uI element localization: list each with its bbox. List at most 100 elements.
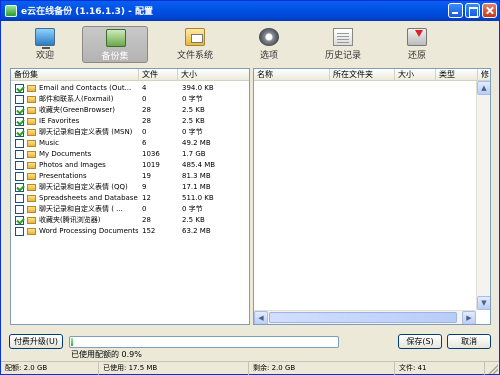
folder-icon bbox=[27, 107, 36, 114]
list-item[interactable]: My Documents 1036 1.7 GB bbox=[11, 149, 247, 160]
column-header-type[interactable]: 类型 bbox=[436, 69, 478, 81]
list-item[interactable]: Music 6 49.2 MB bbox=[11, 138, 247, 149]
list-item[interactable]: 聊天记录和自定义表情 (QQ) 9 17.1 MB bbox=[11, 182, 247, 193]
cell-name: Presentations bbox=[39, 172, 87, 180]
cell-files: 6 bbox=[142, 139, 147, 147]
scroll-thumb[interactable] bbox=[269, 312, 457, 323]
tab-file-system[interactable]: 文件系统 bbox=[162, 26, 228, 63]
cell-size: 49.2 MB bbox=[182, 139, 211, 147]
checkbox[interactable] bbox=[15, 95, 24, 104]
checkbox[interactable] bbox=[15, 128, 24, 137]
tab-restore[interactable]: 还原 bbox=[384, 26, 450, 63]
list-item[interactable]: 聊天记录和自定义表情 ( ... 0 0 字节 bbox=[11, 204, 247, 215]
cell-files: 0 bbox=[142, 128, 147, 136]
checkbox[interactable] bbox=[15, 172, 24, 181]
checkbox[interactable] bbox=[15, 106, 24, 115]
cell-size: 2.5 KB bbox=[182, 106, 205, 114]
list-item[interactable]: 聊天记录和自定义表情 (MSN) 0 0 字节 bbox=[11, 127, 247, 138]
maximize-button[interactable] bbox=[465, 3, 480, 18]
tab-label: 文件系统 bbox=[176, 51, 213, 61]
cell-name: 邮件和联系人(Foxmail) bbox=[39, 95, 114, 103]
checkbox[interactable] bbox=[15, 84, 24, 93]
status-quota: 配额: 2.0 GB bbox=[1, 362, 99, 375]
scroll-up-button[interactable]: ▲ bbox=[477, 81, 490, 95]
folder-icon bbox=[27, 217, 36, 224]
save-button[interactable]: 保存(S) bbox=[398, 334, 442, 349]
title-bar[interactable]: e云在线备份 (1.16.1.3) - 配置 bbox=[1, 1, 499, 21]
minimize-button[interactable] bbox=[448, 3, 463, 18]
checkbox[interactable] bbox=[15, 150, 24, 159]
list-item[interactable]: 收藏夹(腾讯浏览器) 28 2.5 KB bbox=[11, 215, 247, 226]
column-header-size[interactable]: 大小 bbox=[178, 69, 249, 81]
list-item[interactable]: 邮件和联系人(Foxmail) 0 0 字节 bbox=[11, 94, 247, 105]
scroll-down-button[interactable]: ▼ bbox=[477, 296, 490, 310]
list-item[interactable]: Spreadsheets and Databases 12 511.0 KB bbox=[11, 193, 247, 204]
list-item[interactable]: Presentations 19 81.3 MB bbox=[11, 171, 247, 182]
checkbox[interactable] bbox=[15, 194, 24, 203]
close-button[interactable] bbox=[482, 3, 497, 18]
scroll-left-button[interactable]: ◀ bbox=[254, 311, 268, 324]
checkbox[interactable] bbox=[15, 139, 24, 148]
checkbox[interactable] bbox=[15, 216, 24, 225]
folder-icon bbox=[27, 85, 36, 92]
cell-name: Email and Contacts (Out... bbox=[39, 84, 132, 92]
tab-options[interactable]: 选项 bbox=[236, 26, 302, 63]
tab-label: 备份集 bbox=[101, 52, 129, 62]
list-header: 备份集 文件 大小 bbox=[11, 69, 249, 81]
folder-icon bbox=[27, 206, 36, 213]
scroll-right-button[interactable]: ▶ bbox=[462, 311, 476, 324]
tab-history[interactable]: 历史记录 bbox=[310, 26, 376, 63]
list-item[interactable]: Photos and Images 1019 485.4 MB bbox=[11, 160, 247, 171]
cell-size: 17.1 MB bbox=[182, 183, 211, 191]
folder-icon bbox=[27, 151, 36, 158]
checkbox[interactable] bbox=[15, 117, 24, 126]
list-item[interactable]: IE Favorites 28 2.5 KB bbox=[11, 116, 247, 127]
cell-files: 19 bbox=[142, 172, 151, 180]
cell-size: 394.0 KB bbox=[182, 84, 214, 92]
tab-backup-set[interactable]: 备份集 bbox=[82, 26, 148, 63]
cell-name: Spreadsheets and Databases bbox=[39, 194, 138, 202]
gear-icon bbox=[259, 28, 279, 46]
list-item[interactable]: Email and Contacts (Out... 4 394.0 KB bbox=[11, 83, 247, 94]
backup-set-list[interactable]: 备份集 文件 大小 Email and Contacts (Out... 4 394… bbox=[10, 68, 250, 325]
app-logo-icon bbox=[5, 5, 17, 17]
horizontal-scrollbar[interactable]: ◀ ▶ bbox=[254, 310, 476, 324]
checkbox[interactable] bbox=[15, 227, 24, 236]
column-header-modified[interactable]: 修 bbox=[478, 69, 490, 81]
folder-icon bbox=[27, 129, 36, 136]
cell-files: 0 bbox=[142, 95, 147, 103]
main-toolbar: 欢迎 备份集 文件系统 选项 历史记录 还原 bbox=[12, 26, 490, 63]
cell-size: 0 字节 bbox=[182, 128, 203, 136]
column-header-name[interactable]: 名称 bbox=[254, 69, 330, 81]
list-item[interactable]: Word Processing Documents 152 63.2 MB bbox=[11, 226, 247, 237]
vertical-scrollbar[interactable]: ▲ ▼ bbox=[476, 81, 490, 310]
tab-welcome[interactable]: 欢迎 bbox=[12, 26, 78, 63]
cell-files: 28 bbox=[142, 216, 151, 224]
cell-size: 511.0 KB bbox=[182, 194, 214, 202]
cell-files: 4 bbox=[142, 84, 147, 92]
cell-files: 0 bbox=[142, 205, 147, 213]
list-header: 名称 所在文件夹 大小 类型 修 bbox=[254, 69, 490, 81]
folder-icon bbox=[27, 195, 36, 202]
cell-name: 收藏夹(腾讯浏览器) bbox=[39, 216, 101, 224]
monitor-icon bbox=[35, 28, 55, 49]
column-header-size[interactable]: 大小 bbox=[395, 69, 436, 81]
column-header-folder[interactable]: 所在文件夹 bbox=[330, 69, 395, 81]
column-header-backup-set[interactable]: 备份集 bbox=[11, 69, 139, 81]
status-remaining: 剩余: 2.0 GB bbox=[249, 362, 395, 375]
cancel-button[interactable]: 取消 bbox=[447, 334, 491, 349]
cell-name: Word Processing Documents bbox=[39, 227, 138, 235]
checkbox[interactable] bbox=[15, 183, 24, 192]
resize-grip[interactable] bbox=[488, 364, 498, 374]
checkbox[interactable] bbox=[15, 161, 24, 170]
quota-progress-bar bbox=[69, 336, 339, 348]
list-item[interactable]: 收藏夹(GreenBrowser) 28 2.5 KB bbox=[11, 105, 247, 116]
column-header-files[interactable]: 文件 bbox=[139, 69, 178, 81]
checkbox[interactable] bbox=[15, 205, 24, 214]
upgrade-button[interactable]: 付费升级(U) bbox=[9, 334, 63, 349]
file-list[interactable]: 名称 所在文件夹 大小 类型 修 ▲ ▼ ◀ ▶ bbox=[253, 68, 491, 325]
cell-size: 1.7 GB bbox=[182, 150, 206, 158]
folder-icon bbox=[27, 162, 36, 169]
cell-name: IE Favorites bbox=[39, 117, 80, 125]
cell-size: 0 字节 bbox=[182, 95, 203, 103]
